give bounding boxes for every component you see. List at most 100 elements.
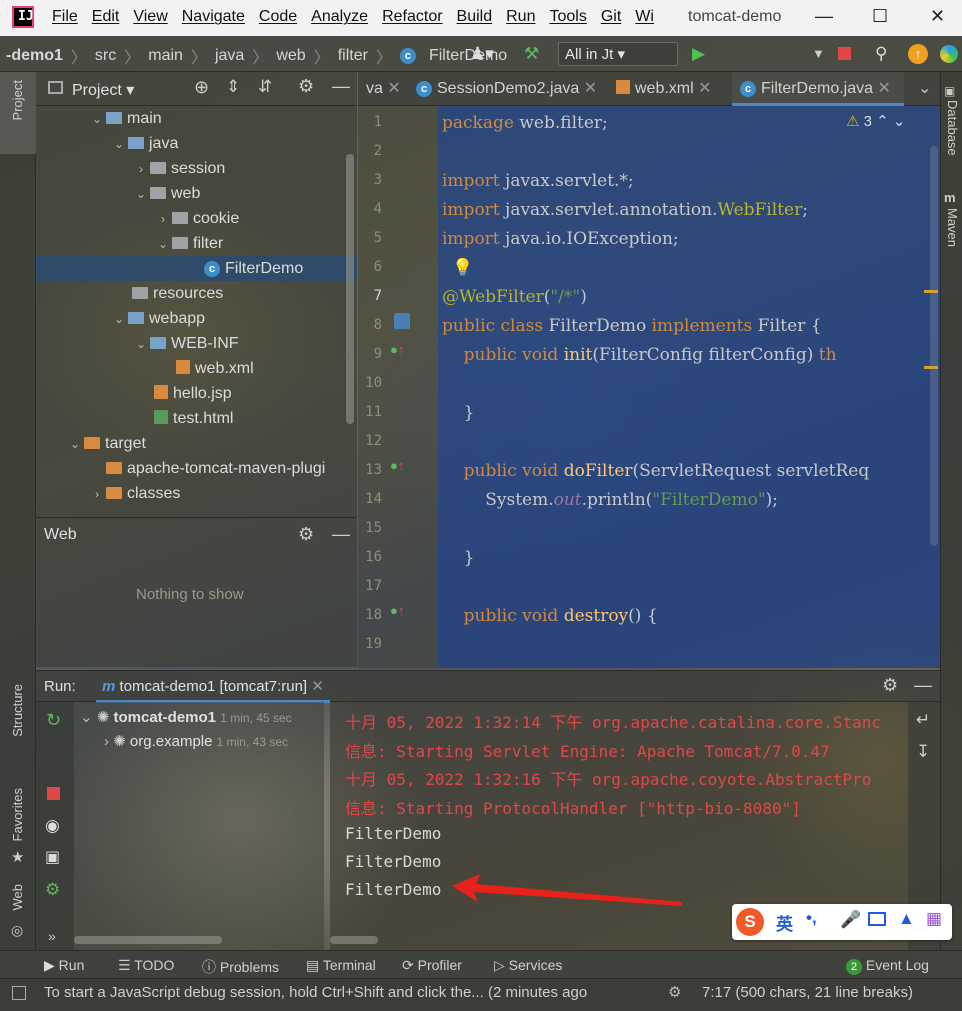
web-filter-gutter-icon[interactable] [394,313,410,329]
run-icon[interactable]: ▶ [692,44,705,64]
menu-tools[interactable]: Tools [549,8,586,26]
tree-item[interactable]: hello.jsp [154,381,232,406]
implements-gutter-icon[interactable]: ●↑ [390,342,404,357]
bottom-tab-services[interactable]: ▷ Services [494,957,562,974]
tree-item[interactable]: ⌄ java [110,131,178,156]
tree-item[interactable]: web.xml [176,356,254,381]
skin-icon[interactable]: ▲ [898,909,915,929]
warnings-indicator[interactable]: ⚠ 3 ⌃ ⌄ [846,112,905,130]
menu-analyze[interactable]: Analyze [311,8,368,26]
implements-gutter-icon[interactable]: ●↑ [390,458,404,473]
breadcrumb-filter[interactable]: filter [338,47,368,65]
tree-item[interactable]: ⌄ WEB-INF [132,331,239,356]
breadcrumb-web[interactable]: web [276,47,305,65]
hide-panel-icon[interactable]: — [332,524,350,545]
hide-panel-icon[interactable]: — [914,675,932,696]
breadcrumb-project[interactable]: -demo1 [6,47,63,65]
run-tree-item[interactable]: › ✺ org.example 1 min, 43 sec [104,732,288,750]
tree-item[interactable]: resources [132,281,223,306]
structure-tool-label[interactable]: Structure [10,684,25,737]
keyboard-icon[interactable] [868,912,886,926]
tree-item[interactable]: › cookie [154,206,239,231]
web-tool-label[interactable]: Web [10,884,25,911]
tree-item[interactable]: ⌄ filter [154,231,223,256]
microphone-icon[interactable]: 🎤 [840,910,861,930]
tree-item[interactable]: ⌄ web [132,181,200,206]
debug-icon[interactable]: ⚙ [45,880,60,900]
tree-item[interactable]: ⌄ webapp [110,306,205,331]
database-tool-label[interactable]: Database [945,100,960,156]
tab-sessiondemo2[interactable]: c SessionDemo2.java ✕ [408,72,598,106]
search-icon[interactable]: ⚲ [875,44,887,64]
hide-panel-icon[interactable]: — [332,76,350,97]
console-scrollbar[interactable] [330,936,378,944]
camera-icon[interactable]: ▣ [45,847,60,867]
stop-icon[interactable] [47,787,60,800]
more-icon[interactable]: » [48,928,56,944]
breadcrumb-filterdemo[interactable]: FilterDemo [429,47,507,65]
menu-view[interactable]: View [133,8,167,26]
punctuation-icon[interactable]: •, [806,908,817,928]
maximize-button[interactable]: ☐ [872,6,888,27]
gear-icon[interactable]: ⚙ [882,675,898,696]
dropdown-icon[interactable]: ▼ [812,46,825,61]
run-tree-scrollbar[interactable] [74,936,222,944]
caret-position[interactable]: 7:17 (500 chars, 21 line breaks) [702,984,913,1001]
menu-code[interactable]: Code [259,8,297,26]
menu-refactor[interactable]: Refactor [382,8,442,26]
bottom-tab-problems[interactable]: ⓘ Problems [202,957,279,977]
soft-wrap-icon[interactable]: ↵ [916,710,930,730]
project-tool-tab[interactable]: Project [0,72,36,154]
error-stripe-mark[interactable] [924,290,938,293]
build-hammer-icon[interactable]: ⚒ [524,44,539,64]
error-stripe-mark[interactable] [924,366,938,369]
scroll-to-end-icon[interactable]: ↧ [916,742,930,762]
tree-item-selected[interactable]: c FilterDemo [36,256,357,281]
event-log-button[interactable]: 2 Event Log [846,957,929,975]
ime-language-toggle[interactable]: 英 [776,910,793,935]
menu-build[interactable]: Build [457,8,493,26]
bottom-tab-todo[interactable]: ☰ TODO [118,957,174,974]
favorites-tool-label[interactable]: Favorites [10,788,25,841]
toolbox-icon[interactable]: ▦ [926,909,942,929]
tree-item[interactable]: apache-tomcat-maven-plugi [88,456,325,481]
bottom-tab-terminal[interactable]: ▤ Terminal [306,957,376,974]
background-tasks-icon[interactable]: ⚙ [668,983,681,1001]
code-editor[interactable]: ⚠ 3 ⌃ ⌄ package web.filter; import javax… [438,106,940,668]
stop-icon[interactable] [838,47,851,60]
tree-item[interactable]: ⌄ main [88,106,162,131]
expand-all-icon[interactable]: ⇕ [226,77,240,97]
breadcrumb-src[interactable]: src [95,47,116,65]
tab-partial[interactable]: va ✕ [358,72,406,106]
locate-icon[interactable]: ⊕ [194,77,209,98]
lightbulb-icon[interactable]: 💡 [452,258,473,278]
implements-gutter-icon[interactable]: ●↑ [390,603,404,618]
bottom-tab-profiler[interactable]: ⟳ Profiler [402,957,462,974]
gear-icon[interactable]: ⚙ [298,76,314,97]
run-configuration-select[interactable]: All in Jt ▾ [558,42,678,66]
breadcrumb-main[interactable]: main [148,47,183,65]
maven-tool-label[interactable]: Maven [945,208,960,247]
menu-file[interactable]: File [52,8,78,26]
chevron-down-icon[interactable]: ⌄ [918,78,931,98]
breadcrumb-java[interactable]: java [215,47,244,65]
browser-icon[interactable] [940,45,958,63]
tab-filterdemo[interactable]: c FilterDemo.java ✕ [732,72,904,106]
rerun-icon[interactable]: ↻ [46,710,61,731]
run-config-tab[interactable]: m tomcat-demo1 [tomcat7:run] ✕ [96,671,330,703]
tree-scrollbar[interactable] [346,154,354,424]
collapse-all-icon[interactable]: ⇵ [258,77,272,97]
eye-icon[interactable]: ◉ [45,816,60,836]
tree-item[interactable]: ⌄ target [66,431,146,456]
tree-item[interactable]: › session [132,156,225,181]
bottom-tab-run[interactable]: ▶ Run [44,957,84,974]
tab-web-xml[interactable]: web.xml ✕ [608,72,728,106]
status-message[interactable]: To start a JavaScript debug session, hol… [44,984,587,1001]
user-icon[interactable]: ♟▾ [470,44,494,64]
close-button[interactable]: ✕ [930,6,945,27]
menu-run[interactable]: Run [506,8,535,26]
menu-git[interactable]: Git [601,8,621,26]
gear-icon[interactable]: ⚙ [298,524,314,545]
tree-item[interactable]: › classes [88,481,180,506]
run-tree-item[interactable]: ⌄ ✺ tomcat-demo1 1 min, 45 sec [80,708,292,726]
